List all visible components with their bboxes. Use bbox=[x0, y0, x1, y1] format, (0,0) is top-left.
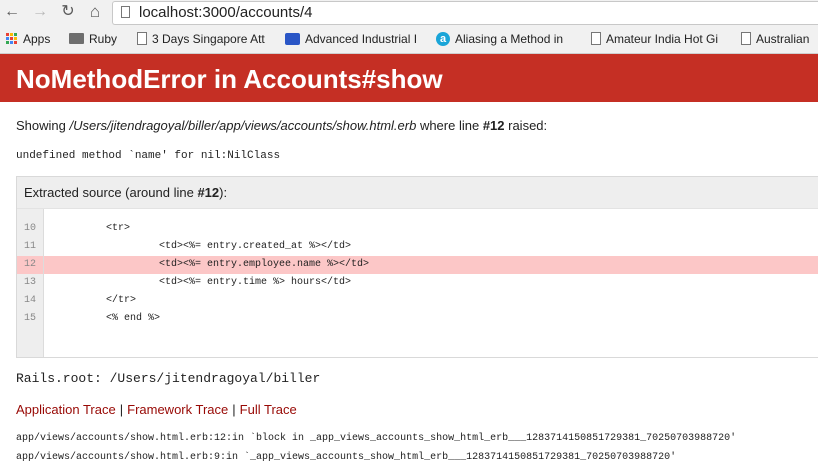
document-icon bbox=[137, 32, 147, 46]
folder-icon bbox=[69, 33, 84, 45]
code-text: <td><%= entry.employee.name %></td> bbox=[159, 259, 370, 270]
line-number-gutter: 10 11 12 13 14 15 bbox=[17, 209, 44, 357]
line-number: 12 bbox=[24, 259, 37, 270]
code-text: <td><%= entry.created_at %></td> bbox=[159, 241, 352, 252]
site-a-icon: a bbox=[436, 31, 450, 46]
url-text: localhost:3000/accounts/4 bbox=[139, 4, 312, 22]
bookmark-apps[interactable]: Apps bbox=[6, 30, 58, 48]
code-line: <td><%= entry.time %> hours</td> bbox=[44, 274, 818, 292]
trace-separator: | bbox=[119, 402, 124, 417]
code-text: <% end %> bbox=[106, 313, 161, 324]
trace-line[interactable]: app/views/accounts/show.html.erb:9:in `_… bbox=[16, 451, 676, 464]
source-title: Extracted source (around line #12): bbox=[24, 185, 227, 201]
bookmark-aliasing-method[interactable]: a Aliasing a Method in bbox=[436, 30, 576, 48]
showing-suffix: raised: bbox=[504, 118, 548, 133]
document-icon bbox=[741, 32, 751, 46]
showing-middle: where line bbox=[416, 118, 483, 133]
home-icon[interactable]: ⌂ bbox=[86, 2, 104, 22]
bookmark-label: Amateur India Hot Gi bbox=[606, 32, 719, 46]
highlighted-code-line: <td><%= entry.employee.name %></td> bbox=[44, 256, 818, 274]
browser-chrome: ← → ↻ ⌂ localhost:3000/accounts/4 Apps R… bbox=[0, 0, 818, 54]
bookmark-label: Apps bbox=[23, 32, 51, 46]
application-trace-link[interactable]: Application Trace bbox=[16, 402, 116, 417]
trace-separator: | bbox=[232, 402, 236, 417]
source-header: Extracted source (around line #12): bbox=[17, 177, 818, 209]
address-bar[interactable]: localhost:3000/accounts/4 bbox=[112, 1, 818, 25]
bookmark-ruby-folder[interactable]: Ruby bbox=[69, 30, 129, 48]
bookmark-label: Ruby bbox=[89, 32, 118, 46]
line-number: 15 bbox=[24, 313, 37, 324]
code-line: <% end %> bbox=[44, 310, 818, 328]
full-trace-link[interactable]: Full Trace bbox=[240, 402, 297, 417]
url-path: :3000/accounts/4 bbox=[198, 4, 313, 21]
code-line: </tr> bbox=[44, 292, 818, 310]
calendar-flag-icon bbox=[285, 32, 300, 45]
source-title-prefix: Extracted source (around line bbox=[24, 185, 198, 200]
bookmark-label: Aliasing a Method in bbox=[455, 32, 564, 46]
trace-line[interactable]: app/views/accounts/show.html.erb:12:in `… bbox=[16, 432, 736, 445]
showing-prefix: Showing bbox=[16, 118, 70, 133]
extracted-source: Extracted source (around line #12): 10 11… bbox=[16, 176, 818, 358]
bookmarks-bar: Apps Ruby 3 Days Singapore Att Advanced … bbox=[0, 27, 818, 51]
error-header: NoMethodError in Accounts#show bbox=[0, 54, 818, 102]
reload-icon[interactable]: ↻ bbox=[59, 2, 77, 22]
error-title: NoMethodError in Accounts#show bbox=[16, 64, 443, 94]
framework-trace-link[interactable]: Framework Trace bbox=[127, 402, 228, 417]
bookmark-label: Advanced Industrial I bbox=[305, 32, 418, 46]
line-number: 13 bbox=[24, 277, 37, 288]
rails-root: Rails.root: /Users/jitendragoyal/biller bbox=[16, 371, 321, 386]
url-host: localhost bbox=[139, 4, 199, 21]
template-path: /Users/jitendragoyal/biller/app/views/ac… bbox=[69, 118, 417, 133]
source-title-line: #12 bbox=[197, 185, 220, 200]
document-icon bbox=[591, 32, 601, 46]
bookmark-label: Australian bbox=[756, 32, 810, 46]
bookmark-australian[interactable]: Australian bbox=[741, 30, 818, 48]
bookmark-advanced-industrial[interactable]: Advanced Industrial I bbox=[285, 30, 423, 48]
code-line: <tr> bbox=[44, 220, 818, 238]
error-message: undefined method `name' for nil:NilClass bbox=[16, 150, 281, 162]
bookmark-singapore[interactable]: 3 Days Singapore Att bbox=[137, 30, 272, 48]
forward-arrow-icon[interactable]: → bbox=[31, 2, 49, 22]
code-line: <td><%= entry.created_at %></td> bbox=[44, 238, 818, 256]
bookmark-label: 3 Days Singapore Att bbox=[152, 32, 265, 46]
line-number: 10 bbox=[24, 223, 37, 234]
code-text: <td><%= entry.time %> hours</td> bbox=[159, 277, 352, 288]
navigation-bar: ← → ↻ ⌂ localhost:3000/accounts/4 bbox=[0, 0, 818, 26]
line-number: 14 bbox=[24, 295, 37, 306]
code-text: </tr> bbox=[106, 295, 137, 306]
line-number: 11 bbox=[24, 241, 37, 252]
apps-grid-icon bbox=[6, 32, 18, 45]
back-arrow-icon[interactable]: ← bbox=[3, 2, 21, 22]
trace-links: Application Trace | Framework Trace | Full T… bbox=[16, 402, 297, 418]
code-text: <tr> bbox=[106, 223, 131, 234]
bookmark-amateur-india[interactable]: Amateur India Hot Gi bbox=[591, 30, 729, 48]
source-title-suffix: ): bbox=[219, 185, 228, 200]
page-icon bbox=[121, 6, 130, 18]
source-code: 10 11 12 13 14 15 <tr> <td><%= entry.created_a… bbox=[17, 209, 818, 357]
error-line-number: #12 bbox=[482, 118, 505, 133]
error-location: Showing /Users/jitendragoyal/biller/app/… bbox=[16, 118, 547, 134]
